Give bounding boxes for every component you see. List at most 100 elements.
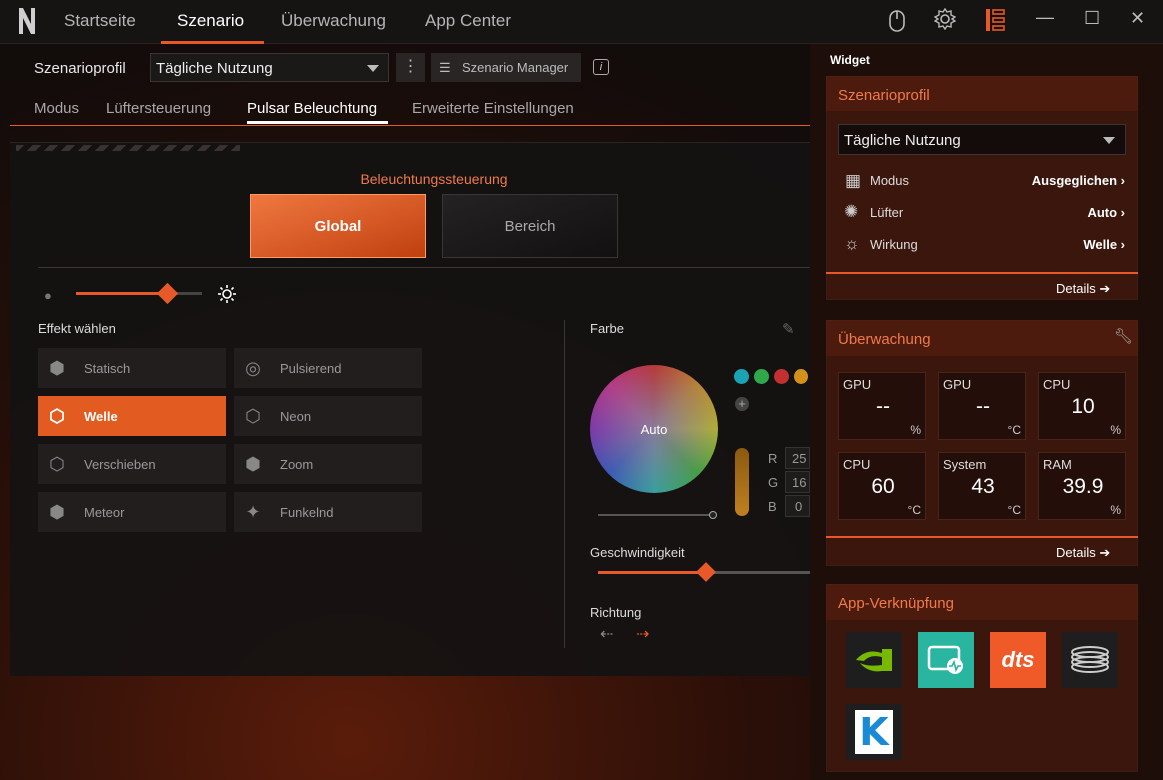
effect-funkelnd[interactable]: ✦ Funkelnd xyxy=(234,492,422,532)
effect-icon: ☼ xyxy=(844,234,860,253)
wrench-icon[interactable]: 🔧︎ xyxy=(1114,327,1133,345)
metric-gpu-temp: GPU -- °C xyxy=(938,372,1026,440)
mode-value[interactable]: Ausgeglichen › xyxy=(1032,173,1125,188)
effect-label: Zoom xyxy=(280,456,314,472)
effect-label: Meteor xyxy=(84,504,125,520)
global-button[interactable]: Global xyxy=(250,194,426,258)
scenario-profile-label: Szenarioprofil xyxy=(34,60,126,77)
fan-icon: ✺ xyxy=(844,202,859,221)
metric-label: CPU xyxy=(843,457,871,472)
section-divider xyxy=(564,320,565,648)
subtab-erweiterte-einstellungen[interactable]: Erweiterte Einstellungen xyxy=(412,100,574,117)
mouse-icon[interactable] xyxy=(888,10,906,37)
swatch-orange[interactable] xyxy=(794,369,808,384)
effect-label: Neon xyxy=(280,408,312,424)
effect-value[interactable]: Welle › xyxy=(1083,237,1125,252)
swatch-cyan[interactable] xyxy=(734,369,749,384)
fan-value[interactable]: Auto › xyxy=(1087,205,1125,220)
metric-label: GPU xyxy=(943,377,972,392)
monitor-app-icon[interactable] xyxy=(918,632,974,688)
list-icon: ☰ xyxy=(439,60,451,75)
info-icon[interactable]: i xyxy=(593,59,609,75)
tab-ueberwachung[interactable]: Überwachung xyxy=(281,11,386,31)
mode-label: Modus xyxy=(870,173,910,188)
tab-startseite[interactable]: Startseite xyxy=(64,11,136,31)
divider xyxy=(38,267,810,268)
effect-label: Wirkung xyxy=(870,237,918,252)
widget-panel-icon[interactable] xyxy=(984,8,1006,37)
effect-zoom[interactable]: ⬢ Zoom xyxy=(234,444,422,484)
metric-cpu-usage: CPU 10% xyxy=(1038,372,1126,440)
active-tab-indicator xyxy=(161,41,264,44)
monitor-card xyxy=(826,320,1138,566)
neon-icon: ⬡ xyxy=(245,405,261,426)
wheel-slider[interactable] xyxy=(598,514,712,516)
swatch-red[interactable] xyxy=(774,369,789,384)
gear-icon[interactable] xyxy=(933,7,957,35)
metric-label: GPU xyxy=(843,377,872,392)
chevron-down-icon xyxy=(367,65,379,72)
app-logo-icon xyxy=(18,6,36,36)
effect-meteor[interactable]: ⬢ Meteor xyxy=(38,492,226,532)
scenario-profile-dropdown[interactable]: Tägliche Nutzung xyxy=(150,53,389,82)
brightness-high-icon xyxy=(217,284,237,309)
r-input[interactable]: 25 xyxy=(785,447,810,469)
metric-cpu-temp: CPU 60 °C xyxy=(838,452,926,520)
bereich-button[interactable]: Bereich xyxy=(442,194,618,258)
dts-logo[interactable]: dts xyxy=(990,632,1046,688)
effect-verschieben[interactable]: ⬡ Verschieben xyxy=(38,444,226,484)
scenario-manager-button[interactable]: ☰ Szenario Manager xyxy=(431,53,581,82)
swatch-green[interactable] xyxy=(754,369,769,384)
effect-pulsierend[interactable]: ◎ Pulsierend xyxy=(234,348,422,388)
brightness-slider[interactable] xyxy=(76,292,202,295)
fan-value-text: Auto xyxy=(1087,205,1118,220)
nvidia-icon[interactable] xyxy=(846,632,902,688)
speed-title: Geschwindigkeit xyxy=(590,545,685,560)
metric-label: RAM xyxy=(1043,457,1072,472)
global-label: Global xyxy=(314,217,362,235)
coil-app-icon[interactable] xyxy=(1062,632,1118,688)
maximize-icon[interactable]: ☐ xyxy=(1084,8,1100,29)
b-input[interactable]: 0 xyxy=(785,495,810,517)
subtab-modus[interactable]: Modus xyxy=(34,100,79,117)
details-label: Details xyxy=(1056,545,1096,560)
effect-statisch[interactable]: ⬢ Statisch xyxy=(38,348,226,388)
scenario-details-link[interactable]: Details ➔ xyxy=(1056,281,1110,297)
arrow-right-icon[interactable]: ⇢ xyxy=(636,624,649,644)
color-wheel[interactable]: Auto xyxy=(590,365,718,493)
more-options-button[interactable]: ⋮ xyxy=(396,53,425,82)
b-label: B xyxy=(768,499,777,514)
metric-value: -- xyxy=(976,395,990,418)
close-icon[interactable]: ✕ xyxy=(1130,8,1145,29)
arrow-left-icon[interactable]: ⇠ xyxy=(600,624,613,644)
add-swatch-icon[interactable]: + xyxy=(735,397,749,411)
metric-value: 39.9 xyxy=(1062,475,1104,498)
subtab-lueftersteuerung[interactable]: Lüftersteuerung xyxy=(106,100,211,117)
mode-value-text: Ausgeglichen xyxy=(1031,173,1118,188)
monitor-details-link[interactable]: Details ➔ xyxy=(1056,545,1110,561)
metric-unit: °C xyxy=(907,503,921,517)
wave-icon: ⬡ xyxy=(49,405,65,426)
widget-title: Widget xyxy=(830,53,870,67)
metric-value: -- xyxy=(876,395,890,418)
effect-welle[interactable]: ⬡ Welle xyxy=(38,396,226,436)
metric-system-temp: System 43 °C xyxy=(938,452,1026,520)
meteor-icon: ⬢ xyxy=(49,501,65,522)
eyedropper-icon[interactable]: ✎ xyxy=(782,320,795,338)
wheel-slider-thumb[interactable] xyxy=(709,511,717,519)
tab-app-center[interactable]: App Center xyxy=(425,11,511,31)
g-value: 16 xyxy=(792,475,807,490)
widget-scenario-dropdown[interactable]: Tägliche Nutzung xyxy=(838,124,1126,155)
sparkle-icon: ✦ xyxy=(245,501,261,522)
subtab-divider xyxy=(10,125,810,126)
metric-unit: °C xyxy=(1007,503,1021,517)
k-app-icon[interactable]: K xyxy=(846,704,902,760)
pulse-icon: ◎ xyxy=(245,357,261,378)
tab-szenario[interactable]: Szenario xyxy=(177,11,244,31)
card-divider xyxy=(826,272,1138,274)
effect-neon[interactable]: ⬡ Neon xyxy=(234,396,422,436)
minimize-icon[interactable]: — xyxy=(1036,7,1054,28)
g-input[interactable]: 16 xyxy=(785,471,810,493)
metric-label: CPU xyxy=(1043,377,1071,392)
subtab-pulsar-beleuchtung[interactable]: Pulsar Beleuchtung xyxy=(247,100,377,117)
